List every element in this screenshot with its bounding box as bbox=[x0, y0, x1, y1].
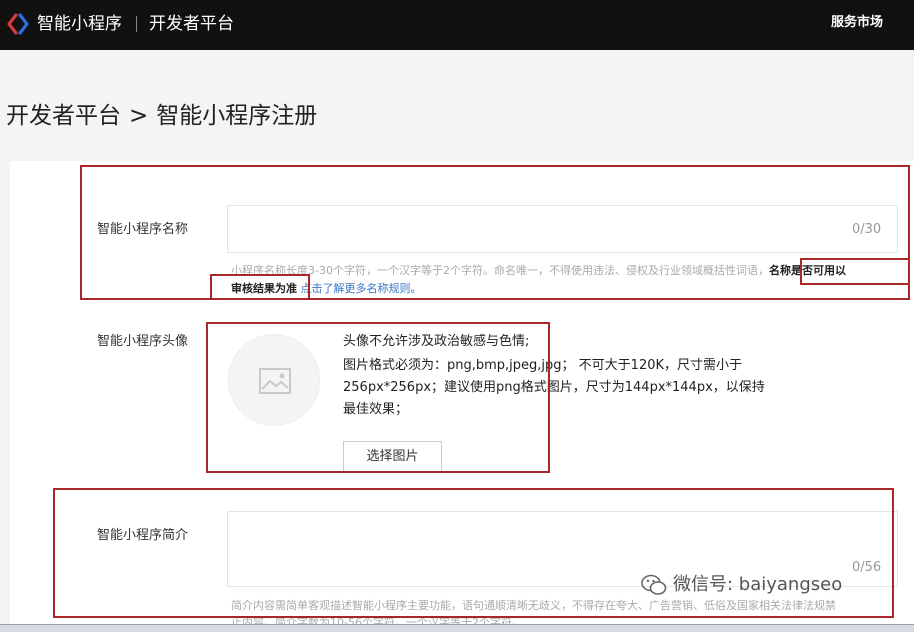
top-bar: 智能小程序 开发者平台 服务市场 bbox=[0, 0, 914, 50]
logo-icon bbox=[7, 13, 29, 35]
avatar-rule-2: 图片格式必须为：png,bmp,jpeg,jpg； 不可大于120K，尺寸需小于 bbox=[343, 358, 743, 373]
watermark-text: 微信号: baiyangseo bbox=[673, 574, 843, 595]
choose-image-button[interactable]: 选择图片 bbox=[343, 441, 442, 473]
name-label: 智能小程序名称 bbox=[97, 222, 189, 237]
breadcrumb-parent[interactable]: 开发者平台 bbox=[6, 100, 121, 132]
watermark: 微信号: baiyangseo bbox=[641, 572, 842, 598]
intro-counter: 0/56 bbox=[852, 560, 882, 575]
intro-hint-1: 简介内容需简单客观描述智能小程序主要功能，语句通顺清晰无歧义，不得存在夸大、广告… bbox=[231, 599, 836, 612]
name-counter: 0/30 bbox=[852, 222, 882, 237]
name-hint-line2: 审核结果为准 点击了解更多名称规则。 bbox=[231, 281, 422, 297]
avatar-label: 智能小程序头像 bbox=[97, 334, 189, 349]
name-hint-strong-1: 名称是否可用以 bbox=[768, 264, 846, 277]
name-hint-strong-2: 审核结果为准 bbox=[231, 282, 297, 295]
name-hint-text: 小程序名称长度3-30个字符，一个汉字等于2个字符。命名唯一，不得使用违法、侵权… bbox=[231, 264, 769, 277]
breadcrumb-current: 智能小程序注册 bbox=[156, 103, 318, 129]
breadcrumb: 开发者平台 > 智能小程序注册 bbox=[6, 100, 317, 132]
name-input[interactable] bbox=[227, 205, 898, 253]
service-market-link[interactable]: 服务市场 bbox=[831, 13, 883, 33]
name-hint: 小程序名称长度3-30个字符，一个汉字等于2个字符。命名唯一，不得使用违法、侵权… bbox=[231, 263, 846, 279]
intro-label: 智能小程序简介 bbox=[97, 528, 189, 543]
name-rules-link[interactable]: 点击了解更多名称规则。 bbox=[301, 282, 422, 295]
avatar-rule-3: 256px*256px；建议使用png格式图片，尺寸为144px*144px，以… bbox=[343, 380, 765, 395]
brand-divider bbox=[136, 16, 137, 32]
avatar-placeholder[interactable] bbox=[228, 334, 320, 426]
breadcrumb-separator: > bbox=[129, 103, 149, 129]
platform-name[interactable]: 开发者平台 bbox=[149, 12, 234, 36]
brand-name[interactable]: 智能小程序 bbox=[37, 12, 122, 36]
image-icon bbox=[259, 368, 291, 394]
avatar-rule-4: 最佳效果； bbox=[343, 402, 409, 417]
avatar-rule-1: 头像不允许涉及政治敏感与色情; bbox=[343, 334, 530, 349]
wechat-icon bbox=[641, 574, 667, 595]
